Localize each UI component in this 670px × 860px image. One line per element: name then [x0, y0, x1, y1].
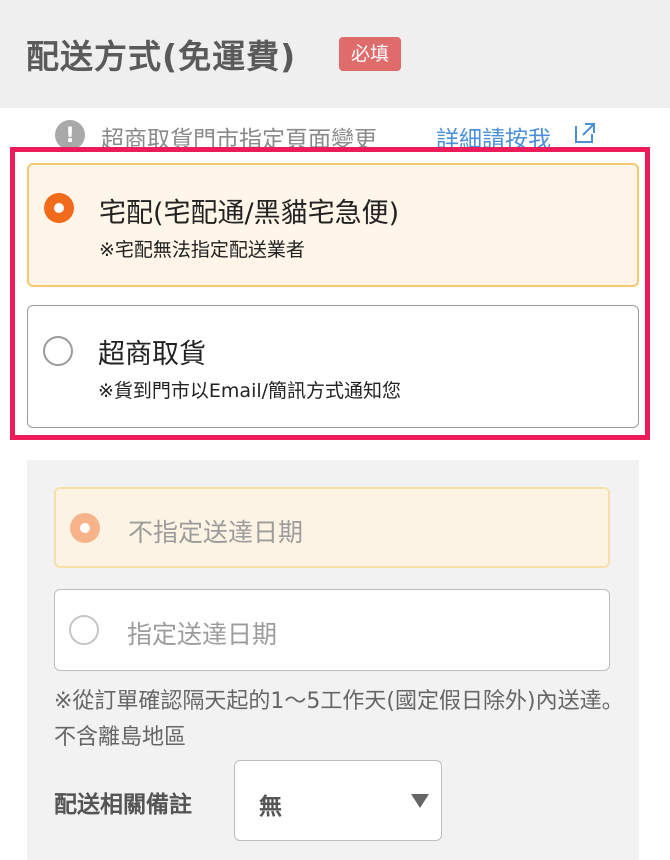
shipping-option-store-pickup[interactable]: 超商取貨 ※貨到門市以Email/簡訊方式通知您	[27, 305, 639, 428]
delivery-date-note: ※從訂單確認隔天起的1～5工作天(國定假日除外)內送達。不含離島地區	[54, 689, 624, 750]
external-link-icon[interactable]	[574, 122, 596, 144]
required-badge: 必填	[339, 37, 401, 71]
page-title: 配送方式(免運費)	[26, 37, 297, 76]
shipping-option-label: 超商取貨	[98, 339, 206, 370]
remarks-label: 配送相關備註	[54, 792, 192, 818]
date-option-specify[interactable]: 指定送達日期	[54, 589, 610, 671]
radio-checked-icon[interactable]	[70, 513, 100, 543]
exclamation-circle-icon: !	[55, 120, 85, 150]
date-option-unspecified[interactable]: 不指定送達日期	[54, 487, 610, 568]
section-header: 配送方式(免運費) 必填	[0, 0, 670, 108]
date-option-label: 指定送達日期	[127, 620, 278, 649]
notice-bar: ! 超商取貨門市指定頁面變更 詳細請按我	[0, 112, 670, 152]
remarks-selected-value: 無	[259, 794, 282, 820]
radio-unchecked-icon[interactable]	[43, 336, 73, 366]
shipping-option-label: 宅配(宅配通/黑貓宅急便)	[99, 198, 400, 229]
shipping-option-home-delivery[interactable]: 宅配(宅配通/黑貓宅急便) ※宅配無法指定配送業者	[27, 163, 639, 287]
radio-checked-icon[interactable]	[44, 193, 74, 223]
shipping-option-note: ※貨到門市以Email/簡訊方式通知您	[98, 380, 402, 402]
dropdown-caret-icon	[411, 794, 429, 808]
shipping-option-note: ※宅配無法指定配送業者	[99, 239, 305, 261]
remarks-select[interactable]: 無	[234, 760, 442, 841]
radio-unchecked-icon[interactable]	[69, 615, 99, 645]
date-option-label: 不指定送達日期	[128, 518, 304, 547]
